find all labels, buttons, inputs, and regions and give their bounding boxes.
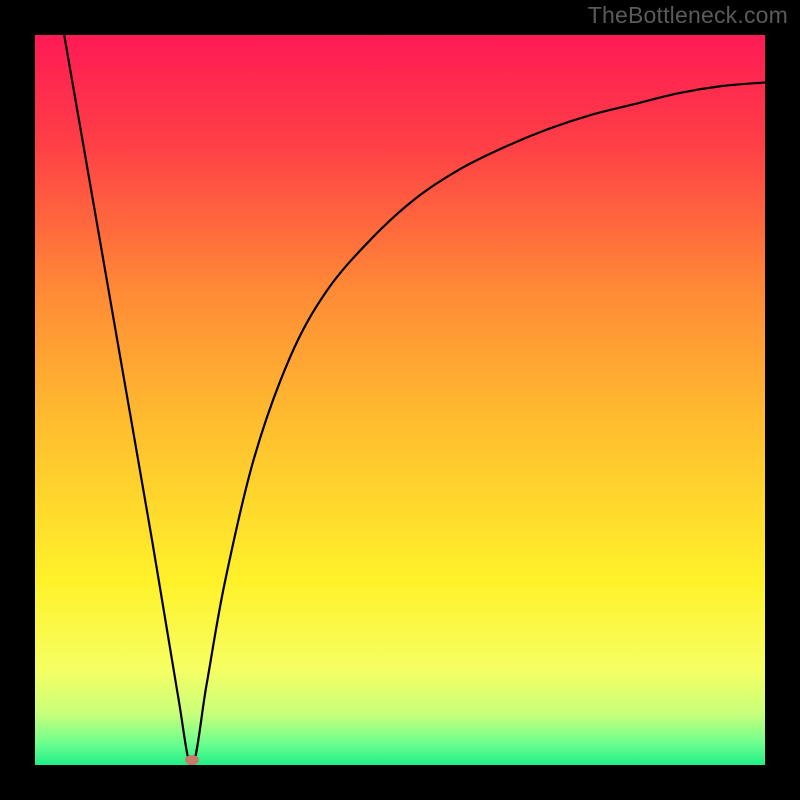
optimum-marker-icon [185,755,199,765]
watermark-text: TheBottleneck.com [588,2,788,29]
chart-frame: TheBottleneck.com [0,0,800,800]
curve-layer [35,35,765,765]
bottleneck-curve [64,35,765,765]
plot-area [35,35,765,765]
